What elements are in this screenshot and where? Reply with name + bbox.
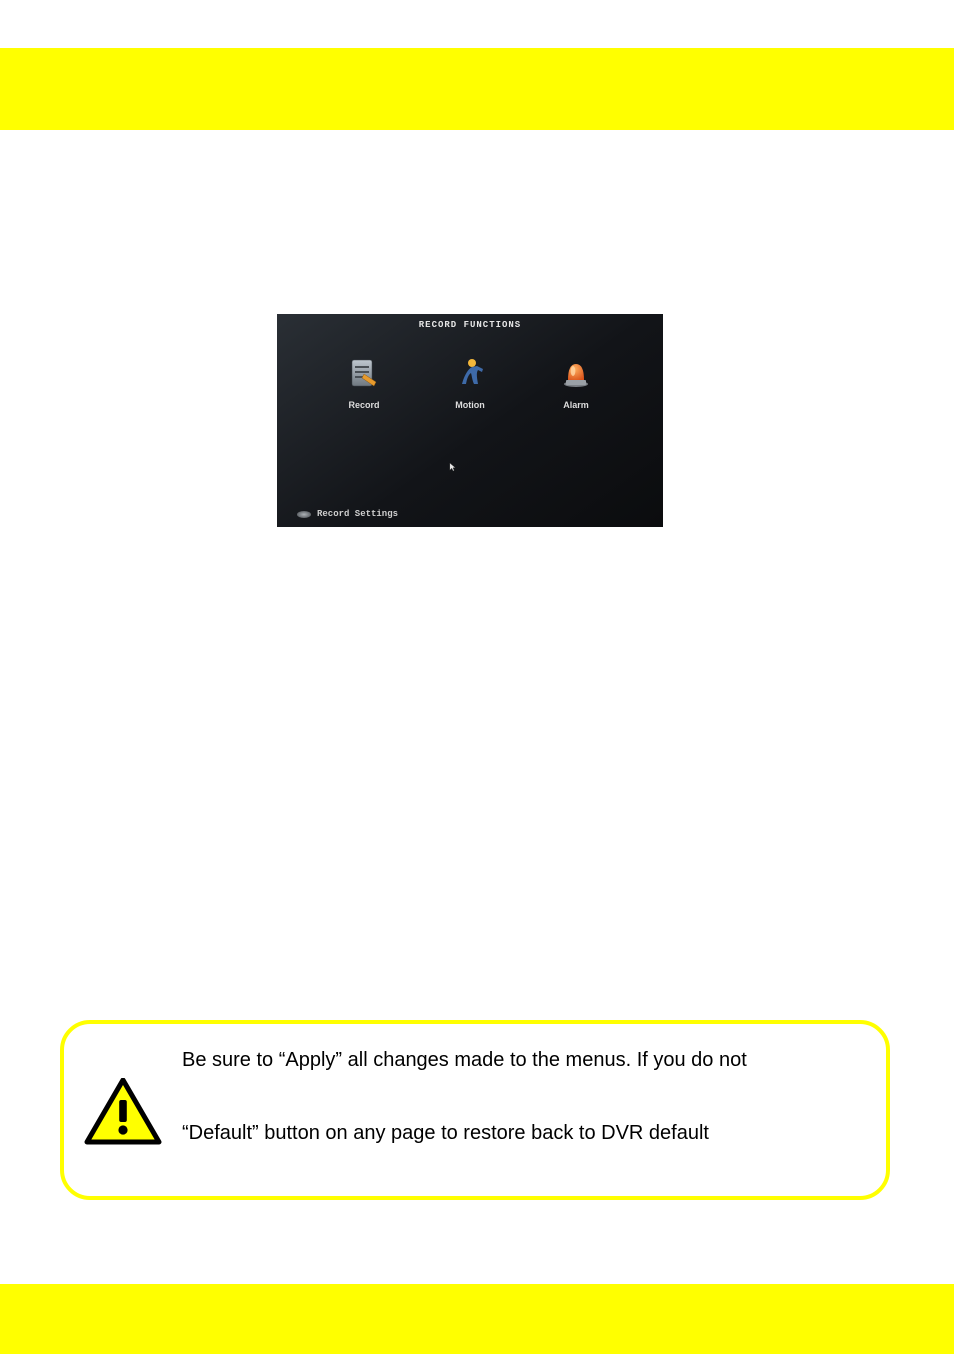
alarm-icon xyxy=(556,354,596,394)
note-line2: “Default” button on any page to restore … xyxy=(182,1119,870,1148)
breadcrumb-bullet-icon xyxy=(297,511,311,518)
dvr-screenshot: RECORD FUNCTIONS xyxy=(277,314,663,527)
menu-label-alarm: Alarm xyxy=(563,400,589,410)
record-icon xyxy=(344,354,384,394)
menu-label-motion: Motion xyxy=(455,400,485,410)
header-band xyxy=(0,48,954,130)
breadcrumb-text: Record Settings xyxy=(317,509,398,519)
menu-item-record[interactable]: Record xyxy=(319,354,409,410)
footer-band xyxy=(0,1284,954,1354)
menu-item-alarm[interactable]: Alarm xyxy=(531,354,621,410)
menu-label-record: Record xyxy=(348,400,379,410)
note-line1: Be sure to “Apply” all changes made to t… xyxy=(182,1046,870,1075)
note-box: Be sure to “Apply” all changes made to t… xyxy=(60,1020,890,1200)
warning-icon xyxy=(84,1078,162,1146)
dvr-breadcrumb: Record Settings xyxy=(297,509,398,519)
dvr-menu-row: Record Motion xyxy=(277,354,663,410)
menu-item-motion[interactable]: Motion xyxy=(425,354,515,410)
note-text: Be sure to “Apply” all changes made to t… xyxy=(182,1046,870,1148)
dvr-title: RECORD FUNCTIONS xyxy=(277,320,663,330)
cursor-icon xyxy=(449,462,457,475)
motion-icon xyxy=(450,354,490,394)
